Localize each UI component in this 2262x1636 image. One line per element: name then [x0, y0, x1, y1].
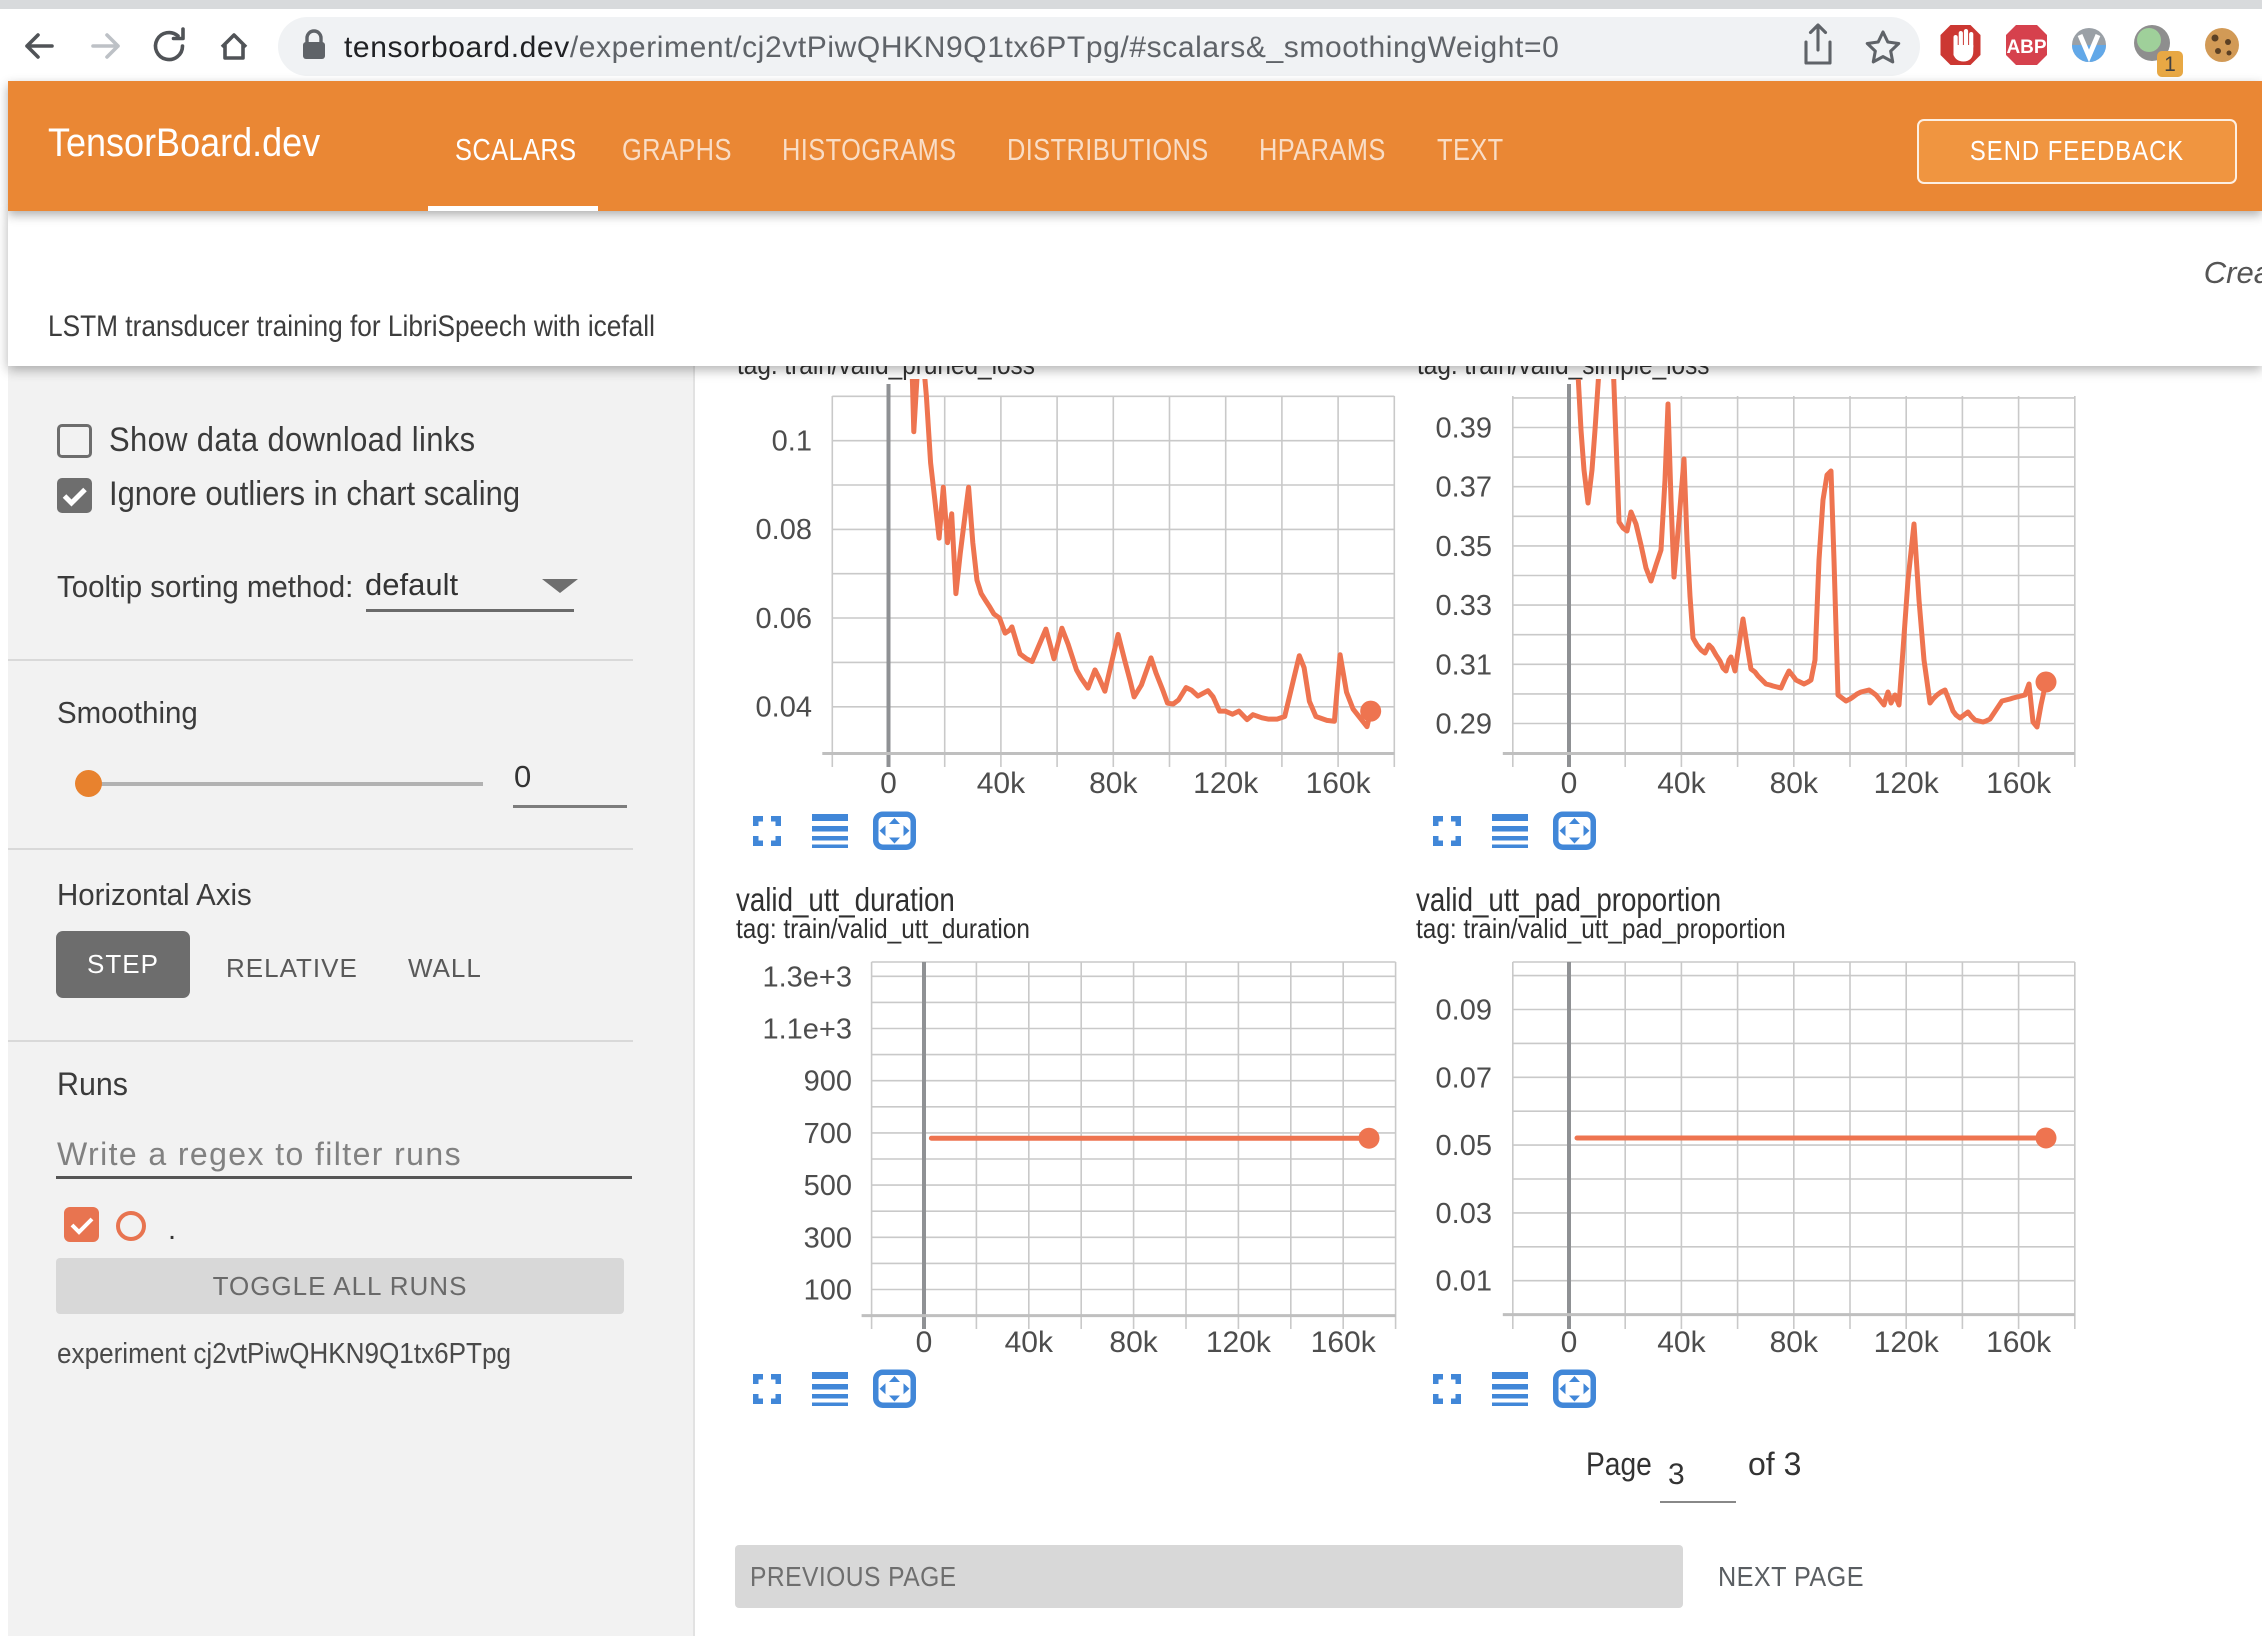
svg-text:0.01: 0.01 [1436, 1266, 1492, 1298]
svg-text:700: 700 [804, 1118, 852, 1150]
svg-text:1.1e+3: 1.1e+3 [762, 1014, 852, 1046]
svg-text:80k: 80k [1109, 1326, 1158, 1359]
svg-text:300: 300 [804, 1222, 852, 1254]
svg-text:80k: 80k [1089, 767, 1138, 800]
svg-text:40k: 40k [977, 767, 1026, 800]
svg-text:0.06: 0.06 [756, 603, 812, 635]
svg-text:1.3e+3: 1.3e+3 [762, 961, 852, 993]
svg-text:40k: 40k [1005, 1326, 1054, 1359]
svg-text:0.31: 0.31 [1436, 649, 1492, 681]
svg-text:40k: 40k [1657, 1326, 1706, 1359]
svg-text:0.29: 0.29 [1436, 709, 1492, 741]
svg-text:0.09: 0.09 [1436, 995, 1492, 1027]
svg-text:40k: 40k [1657, 767, 1706, 800]
svg-text:0.08: 0.08 [756, 514, 812, 546]
svg-text:0.03: 0.03 [1436, 1198, 1492, 1230]
svg-text:0: 0 [1561, 1326, 1578, 1359]
svg-text:0.33: 0.33 [1436, 590, 1492, 622]
svg-text:120k: 120k [1193, 767, 1259, 800]
svg-text:0.1: 0.1 [772, 426, 812, 458]
svg-text:0.07: 0.07 [1436, 1062, 1492, 1094]
svg-text:160k: 160k [1986, 1326, 2052, 1359]
svg-text:900: 900 [804, 1066, 852, 1098]
svg-text:80k: 80k [1770, 1326, 1819, 1359]
svg-text:0.35: 0.35 [1436, 531, 1492, 563]
svg-text:0.05: 0.05 [1436, 1130, 1492, 1162]
svg-text:160k: 160k [1986, 767, 2052, 800]
svg-text:0.04: 0.04 [756, 692, 812, 724]
svg-text:500: 500 [804, 1170, 852, 1202]
svg-text:160k: 160k [1311, 1326, 1377, 1359]
svg-text:0: 0 [880, 767, 897, 800]
svg-text:0.37: 0.37 [1436, 472, 1492, 504]
svg-text:0: 0 [916, 1326, 933, 1359]
svg-text:0: 0 [1561, 767, 1578, 800]
svg-text:120k: 120k [1874, 1326, 1940, 1359]
svg-text:80k: 80k [1770, 767, 1819, 800]
svg-text:0.39: 0.39 [1436, 413, 1492, 445]
svg-text:100: 100 [804, 1275, 852, 1307]
svg-text:160k: 160k [1306, 767, 1372, 800]
svg-text:120k: 120k [1874, 767, 1940, 800]
svg-text:120k: 120k [1206, 1326, 1272, 1359]
